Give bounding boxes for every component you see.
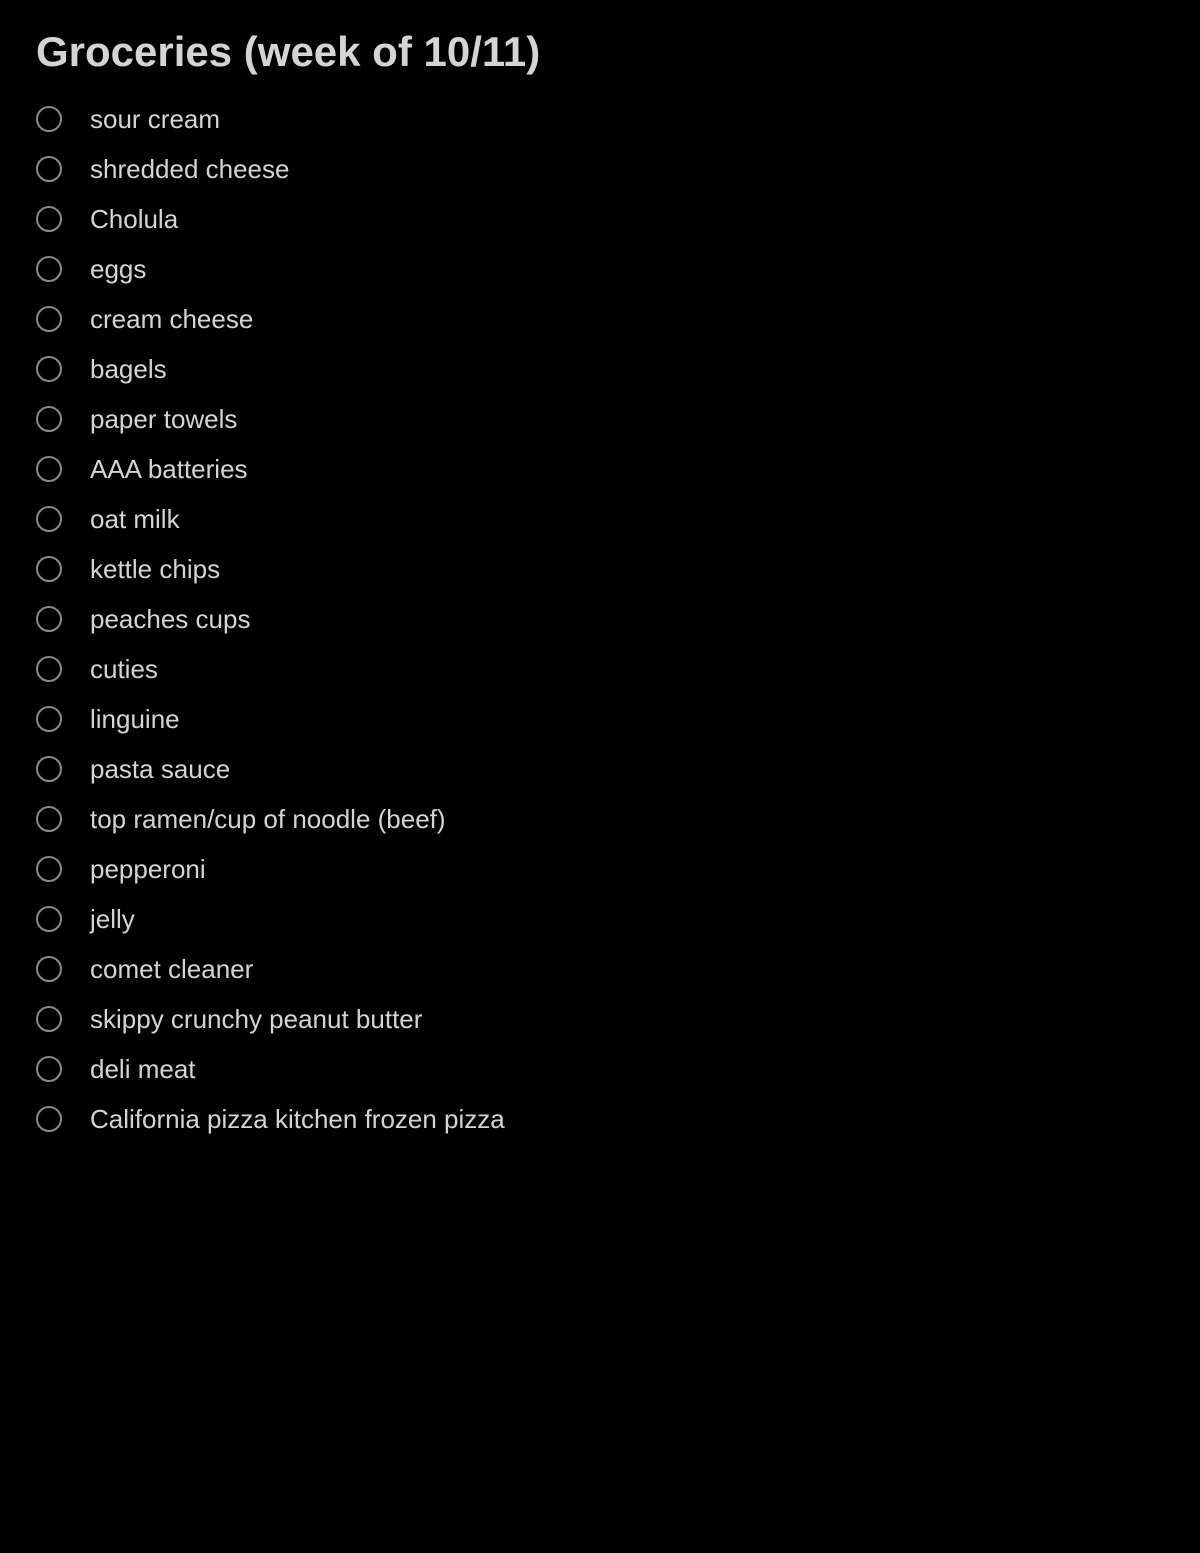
list-item: comet cleaner — [36, 944, 1164, 994]
item-label: shredded cheese — [90, 154, 289, 185]
item-label: peaches cups — [90, 604, 250, 635]
item-label: linguine — [90, 704, 180, 735]
list-item: shredded cheese — [36, 144, 1164, 194]
checkbox-circle-icon[interactable] — [36, 1006, 62, 1032]
checklist: sour cream shredded cheese Cholula eggs crea… — [36, 94, 1164, 1144]
item-label: pasta sauce — [90, 754, 230, 785]
list-item: California pizza kitchen frozen pizza — [36, 1094, 1164, 1144]
list-item: deli meat — [36, 1044, 1164, 1094]
item-label: deli meat — [90, 1054, 196, 1085]
checkbox-circle-icon[interactable] — [36, 506, 62, 532]
checkbox-circle-icon[interactable] — [36, 656, 62, 682]
checkbox-circle-icon[interactable] — [36, 756, 62, 782]
checkbox-circle-icon[interactable] — [36, 456, 62, 482]
item-label: California pizza kitchen frozen pizza — [90, 1104, 505, 1135]
list-item: cream cheese — [36, 294, 1164, 344]
list-item: eggs — [36, 244, 1164, 294]
list-item: linguine — [36, 694, 1164, 744]
list-item: sour cream — [36, 94, 1164, 144]
item-label: oat milk — [90, 504, 180, 535]
list-item: peaches cups — [36, 594, 1164, 644]
item-label: top ramen/cup of noodle (beef) — [90, 804, 446, 835]
item-label: eggs — [90, 254, 146, 285]
item-label: pepperoni — [90, 854, 206, 885]
list-item: pasta sauce — [36, 744, 1164, 794]
item-label: comet cleaner — [90, 954, 253, 985]
checkbox-circle-icon[interactable] — [36, 1106, 62, 1132]
item-label: Cholula — [90, 204, 178, 235]
list-item: bagels — [36, 344, 1164, 394]
checkbox-circle-icon[interactable] — [36, 1056, 62, 1082]
item-label: cuties — [90, 654, 158, 685]
checkbox-circle-icon[interactable] — [36, 606, 62, 632]
checkbox-circle-icon[interactable] — [36, 256, 62, 282]
item-label: sour cream — [90, 104, 220, 135]
checkbox-circle-icon[interactable] — [36, 556, 62, 582]
checkbox-circle-icon[interactable] — [36, 806, 62, 832]
list-item: skippy crunchy peanut butter — [36, 994, 1164, 1044]
item-label: skippy crunchy peanut butter — [90, 1004, 422, 1035]
checkbox-circle-icon[interactable] — [36, 906, 62, 932]
item-label: bagels — [90, 354, 167, 385]
checkbox-circle-icon[interactable] — [36, 956, 62, 982]
checkbox-circle-icon[interactable] — [36, 406, 62, 432]
checkbox-circle-icon[interactable] — [36, 306, 62, 332]
checkbox-circle-icon[interactable] — [36, 156, 62, 182]
list-item: AAA batteries — [36, 444, 1164, 494]
list-item: jelly — [36, 894, 1164, 944]
list-item: kettle chips — [36, 544, 1164, 594]
list-item: oat milk — [36, 494, 1164, 544]
checkbox-circle-icon[interactable] — [36, 106, 62, 132]
list-item: pepperoni — [36, 844, 1164, 894]
page-title: Groceries (week of 10/11) — [36, 28, 1164, 76]
item-label: jelly — [90, 904, 135, 935]
item-label: kettle chips — [90, 554, 220, 585]
list-item: top ramen/cup of noodle (beef) — [36, 794, 1164, 844]
item-label: paper towels — [90, 404, 237, 435]
item-label: AAA batteries — [90, 454, 248, 485]
item-label: cream cheese — [90, 304, 253, 335]
list-item: cuties — [36, 644, 1164, 694]
checkbox-circle-icon[interactable] — [36, 206, 62, 232]
checkbox-circle-icon[interactable] — [36, 856, 62, 882]
checkbox-circle-icon[interactable] — [36, 356, 62, 382]
checkbox-circle-icon[interactable] — [36, 706, 62, 732]
list-item: Cholula — [36, 194, 1164, 244]
list-item: paper towels — [36, 394, 1164, 444]
